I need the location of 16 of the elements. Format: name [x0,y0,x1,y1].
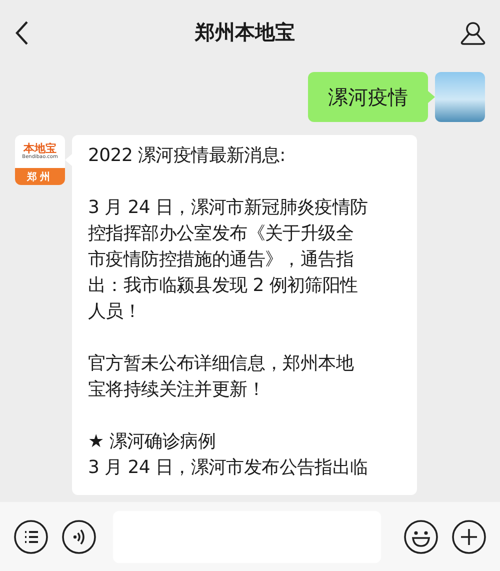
message-paragraph: ★ 漯河确诊病例 [88,430,216,454]
plus-icon[interactable] [451,518,487,554]
menu-icon[interactable] [13,518,49,554]
emoji-icon[interactable] [403,518,439,554]
chat-title: 郑州本地宝 [195,19,295,46]
message-paragraph: 3 月 24 日，漯河市新冠肺炎疫情防控指挥部办公室发布《关于升级全市疫情防控措施的通告》，通告指出：我市临颍县发现 2 例初筛阳性人员！ [88,196,369,324]
city-label: 郑州 [15,168,65,185]
message-paragraph: 官方暂未公布详细信息，郑州本地宝将持续关注并更新！ [88,352,355,402]
message-paragraph: 3 月 24 日，漯河市发布公告指出临 [88,456,369,480]
logo-text: 本地宝 [24,143,56,154]
message-paragraph: 2022 漯河疫情最新消息: [88,144,286,168]
sent-message-bubble: 漯河疫情 [308,72,428,122]
voice-icon[interactable] [61,518,97,554]
back-icon[interactable] [14,20,30,46]
profile-icon[interactable] [460,20,486,44]
avatar-image [435,72,485,122]
